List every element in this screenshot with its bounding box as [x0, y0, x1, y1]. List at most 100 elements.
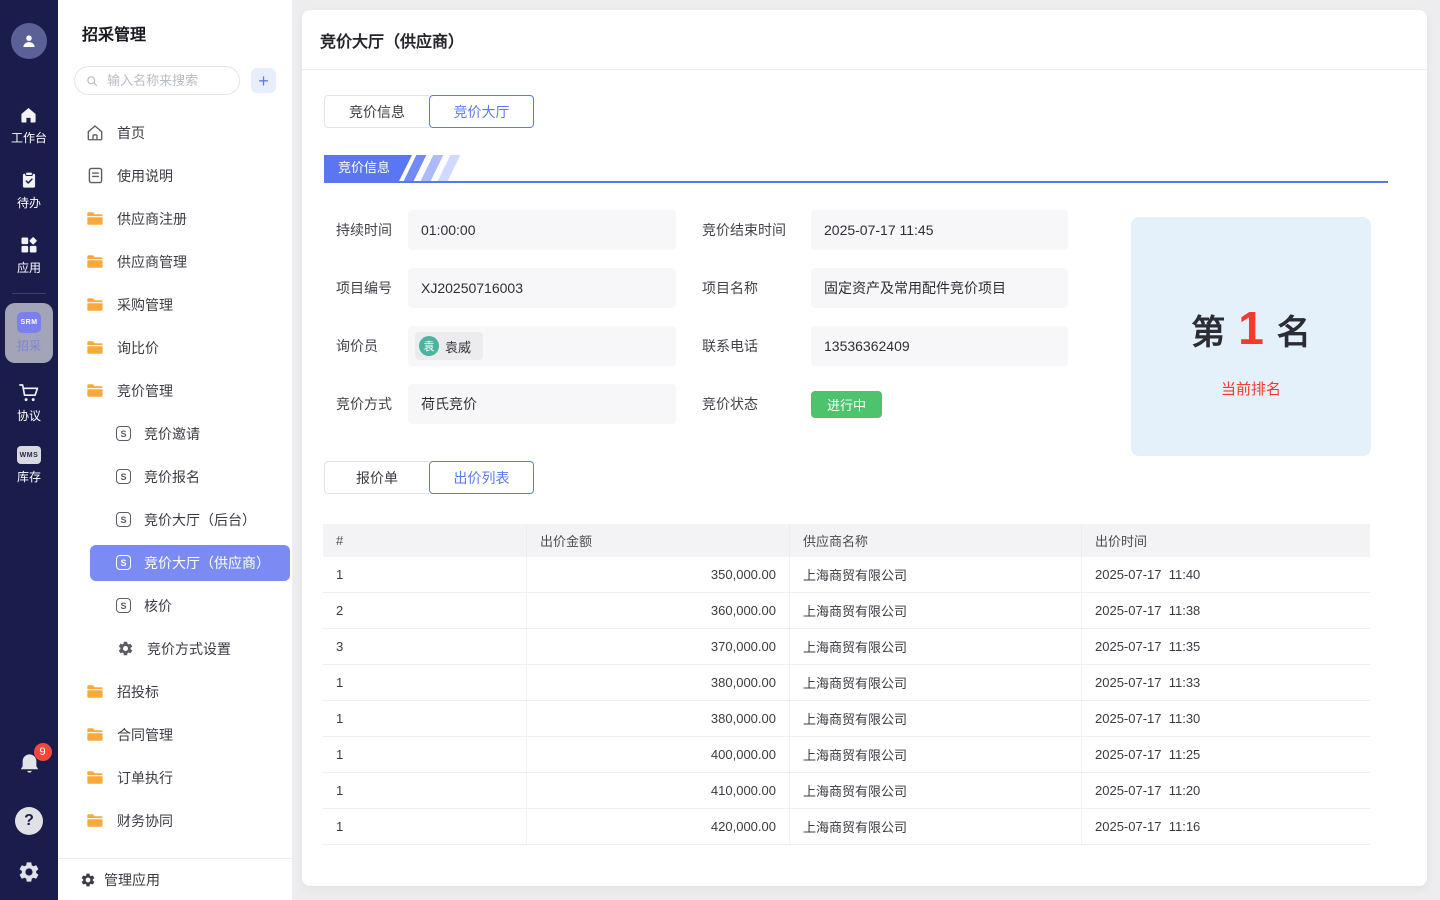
sidebar-item-tendering[interactable]: 招投标 [58, 670, 292, 713]
todo-clipboard-icon [19, 170, 39, 190]
sidebar-item-order-execution[interactable]: 订单执行 [58, 756, 292, 799]
folder-icon [86, 383, 104, 398]
sidebar-item-bidding-signup[interactable]: S 竞价报名 [58, 455, 292, 498]
col-header-time: 出价时间 [1082, 524, 1370, 557]
apps-grid-icon [19, 235, 39, 255]
cell-supplier: 上海商贸有限公司 [790, 629, 1082, 664]
cell-supplier: 上海商贸有限公司 [790, 557, 1082, 592]
field-label-duration: 持续时间 [336, 220, 408, 240]
field-label-project-no: 项目编号 [336, 278, 408, 298]
table-row[interactable]: 1 400,000.00 上海商贸有限公司 2025-07-17 11:25 [323, 737, 1370, 773]
bidding-info-form: 持续时间 01:00:00 竞价结束时间 2025-07-17 11:45 项目… [324, 210, 1410, 460]
sidebar-item-label: 竞价大厅（后台） [144, 510, 256, 530]
tab-bidding-hall[interactable]: 竞价大厅 [429, 95, 534, 128]
cell-supplier: 上海商贸有限公司 [790, 773, 1082, 808]
rail-item-label: 库存 [17, 471, 41, 483]
avatar[interactable] [11, 23, 47, 59]
table-row[interactable]: 2 360,000.00 上海商贸有限公司 2025-07-17 11:38 [323, 593, 1370, 629]
manage-apps-button[interactable]: 管理应用 [58, 858, 292, 900]
cell-time: 2025-07-17 11:35 [1082, 629, 1370, 664]
sidebar-item-price-verification[interactable]: S 核价 [58, 584, 292, 627]
cart-icon [18, 383, 40, 403]
document-icon [86, 167, 104, 184]
tab-bidding-info[interactable]: 竞价信息 [324, 95, 429, 128]
sidebar-item-label: 采购管理 [117, 295, 173, 315]
cell-index: 1 [323, 701, 527, 736]
search-field[interactable] [105, 72, 228, 89]
rail-item-agreement[interactable]: 协议 [17, 383, 41, 422]
table-row[interactable]: 1 420,000.00 上海商贸有限公司 2025-07-17 11:16 [323, 809, 1370, 845]
rank-suffix: 名 [1277, 316, 1311, 350]
field-label-bidding-method: 竞价方式 [336, 394, 408, 414]
sidebar-item-supplier-registration[interactable]: 供应商注册 [58, 197, 292, 240]
sidebar-item-label: 合同管理 [117, 725, 173, 745]
sidebar-item-rfq[interactable]: 询比价 [58, 326, 292, 369]
folder-icon [86, 297, 104, 312]
settings-gear-icon[interactable] [17, 860, 41, 884]
folder-icon [86, 727, 104, 742]
content-card: 竞价大厅（供应商） 竞价信息 竞价大厅 竞价信息 持续时间 01:00:00 竞… [302, 10, 1427, 886]
cell-index: 1 [323, 773, 527, 808]
rail-item-label: 应用 [17, 262, 41, 274]
cell-amount: 360,000.00 [527, 593, 790, 628]
rail-item-label: 协议 [17, 410, 41, 422]
add-button[interactable]: + [251, 68, 276, 93]
person-tag: 袁 袁威 [415, 332, 483, 360]
cell-amount: 350,000.00 [527, 557, 790, 592]
app-rail: 工作台 待办 应用 SRM 招采 协议 WMS 库存 9 [0, 0, 58, 900]
sidebar-item-home[interactable]: 首页 [58, 111, 292, 154]
sidebar-item-bidding-invitation[interactable]: S 竞价邀请 [58, 412, 292, 455]
folder-icon [86, 770, 104, 785]
inquirer-field: 袁 袁威 [408, 326, 676, 366]
col-header-supplier: 供应商名称 [790, 524, 1082, 557]
cell-index: 1 [323, 809, 527, 844]
table-row[interactable]: 3 370,000.00 上海商贸有限公司 2025-07-17 11:35 [323, 629, 1370, 665]
sidebar-item-contract-management[interactable]: 合同管理 [58, 713, 292, 756]
help-button[interactable]: ? [15, 807, 43, 835]
sidebar-item-bidding-hall-backend[interactable]: S 竞价大厅（后台） [58, 498, 292, 541]
form-row: 持续时间 01:00:00 竞价结束时间 2025-07-17 11:45 [324, 210, 1068, 250]
rail-item-label: 招采 [17, 340, 41, 352]
sidebar-item-financial-collaboration[interactable]: 财务协同 [58, 799, 292, 842]
table-row[interactable]: 1 380,000.00 上海商贸有限公司 2025-07-17 11:30 [323, 701, 1370, 737]
cell-time: 2025-07-17 11:33 [1082, 665, 1370, 700]
sidebar-item-bidding-hall-supplier[interactable]: S 竞价大厅（供应商） [90, 545, 290, 581]
sidebar-item-procurement-management[interactable]: 采购管理 [58, 283, 292, 326]
tab-bid-list[interactable]: 出价列表 [429, 461, 534, 494]
rail-item-inventory[interactable]: WMS 库存 [17, 446, 41, 483]
sidebar-item-label: 核价 [144, 596, 172, 616]
cell-amount: 380,000.00 [527, 701, 790, 736]
main-tab-group: 竞价信息 竞价大厅 [324, 95, 534, 128]
sidebar-item-bidding-management[interactable]: 竞价管理 [58, 369, 292, 412]
rail-item-srm-active[interactable]: SRM 招采 [5, 303, 53, 363]
sidebar-item-supplier-management[interactable]: 供应商管理 [58, 240, 292, 283]
cell-index: 1 [323, 737, 527, 772]
page-title: 竞价大厅（供应商） [320, 28, 464, 52]
tab-quotation[interactable]: 报价单 [324, 461, 429, 494]
sidebar-item-bidding-method-settings[interactable]: 竞价方式设置 [58, 627, 292, 670]
rank-caption: 当前排名 [1221, 378, 1281, 399]
cell-supplier: 上海商贸有限公司 [790, 737, 1082, 772]
rail-item-apps[interactable]: 应用 [17, 235, 41, 274]
table-row[interactable]: 1 380,000.00 上海商贸有限公司 2025-07-17 11:33 [323, 665, 1370, 701]
table-row[interactable]: 1 350,000.00 上海商贸有限公司 2025-07-17 11:40 [323, 557, 1370, 593]
table-row[interactable]: 1 410,000.00 上海商贸有限公司 2025-07-17 11:20 [323, 773, 1370, 809]
sidebar-item-label: 订单执行 [117, 768, 173, 788]
field-label-end-time: 竞价结束时间 [702, 220, 798, 240]
rail-item-todo[interactable]: 待办 [17, 170, 41, 209]
sidebar-item-label: 首页 [117, 123, 145, 143]
search-input[interactable] [74, 66, 240, 95]
cell-index: 3 [323, 629, 527, 664]
bidding-doc-icon: S [116, 555, 131, 570]
workbench-home-icon [18, 105, 39, 125]
sidebar-item-instructions[interactable]: 使用说明 [58, 154, 292, 197]
status-badge: 进行中 [811, 391, 882, 418]
project-name-field: 固定资产及常用配件竞价项目 [811, 268, 1068, 308]
notifications-button[interactable]: 9 [17, 751, 42, 782]
cell-index: 1 [323, 557, 527, 592]
main-stage: 竞价大厅（供应商） 竞价信息 竞价大厅 竞价信息 持续时间 01:00:00 竞… [292, 0, 1440, 900]
folder-icon [86, 813, 104, 828]
section-banner: 竞价信息 [324, 155, 1388, 183]
gear-icon [80, 872, 96, 888]
rail-item-workbench[interactable]: 工作台 [11, 105, 47, 144]
